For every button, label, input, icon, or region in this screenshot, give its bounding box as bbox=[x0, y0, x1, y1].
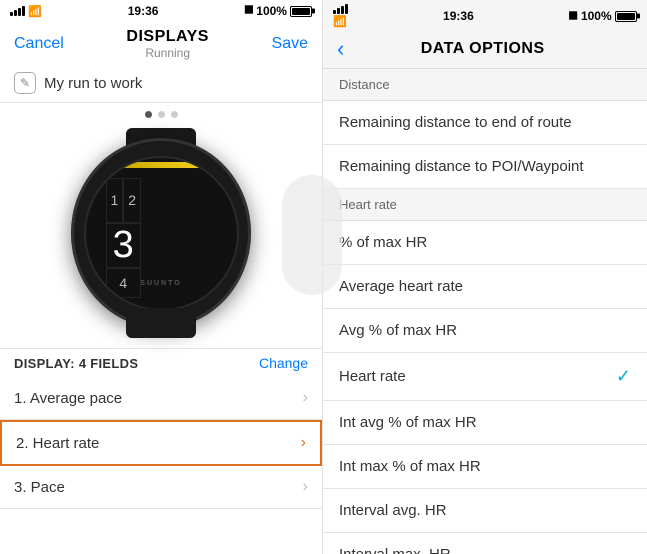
field-list: 1. Average pace › 2. Heart rate › 3. Pac… bbox=[0, 377, 322, 554]
option-int-max-pct-max-hr[interactable]: Int max % of max HR bbox=[323, 445, 647, 489]
option-interval-max-hr[interactable]: Interval max. HR bbox=[323, 533, 647, 554]
chevron-icon-1: › bbox=[303, 389, 308, 407]
strap-bottom bbox=[126, 308, 196, 338]
display-info: DISPLAY: 4 FIELDS Change bbox=[0, 348, 322, 377]
run-title: My run to work bbox=[44, 75, 142, 92]
edit-row[interactable]: ✎ My run to work bbox=[0, 64, 322, 103]
battery-icon-left bbox=[290, 6, 312, 17]
cancel-button[interactable]: Cancel bbox=[14, 35, 64, 53]
watch-container: 1 2 3 4 SUUNTO bbox=[0, 122, 322, 348]
page-title-right: DATA OPTIONS bbox=[352, 40, 633, 58]
signal-icon-right bbox=[333, 4, 348, 14]
status-right: ⯀ 100% bbox=[244, 4, 312, 18]
option-label-avg-heart-rate: Average heart rate bbox=[339, 278, 463, 295]
option-interval-avg-hr[interactable]: Interval avg. HR bbox=[323, 489, 647, 533]
status-right-right: ⯀ 100% bbox=[569, 9, 637, 24]
option-heart-rate[interactable]: Heart rate ✓ bbox=[323, 353, 647, 401]
dot-1 bbox=[145, 111, 152, 118]
option-label-avg-pct-max-hr: Avg % of max HR bbox=[339, 322, 457, 339]
checkmark-icon: ✓ bbox=[616, 366, 631, 387]
signal-icon bbox=[10, 6, 25, 16]
option-label-interval-max-hr: Interval max. HR bbox=[339, 546, 451, 554]
wifi-icon: 📶 bbox=[28, 5, 42, 18]
save-button[interactable]: Save bbox=[272, 35, 308, 53]
watch-next-hint bbox=[282, 175, 342, 295]
battery-pct-left: 100% bbox=[256, 4, 287, 18]
option-label-int-avg-pct-max-hr: Int avg % of max HR bbox=[339, 414, 477, 431]
option-label-remaining-poi: Remaining distance to POI/Waypoint bbox=[339, 158, 584, 175]
page-subtitle-left: Running bbox=[126, 46, 209, 60]
status-bar-right: 📶 19:36 ⯀ 100% bbox=[323, 0, 647, 32]
time-left: 19:36 bbox=[128, 4, 159, 18]
watch-cell-3: 3 bbox=[106, 223, 142, 268]
option-label-interval-avg-hr: Interval avg. HR bbox=[339, 502, 447, 519]
dot-2 bbox=[158, 111, 165, 118]
option-label-remaining-route: Remaining distance to end of route bbox=[339, 114, 572, 131]
field-item-2[interactable]: 2. Heart rate › bbox=[0, 420, 322, 466]
status-right-left: 📶 bbox=[333, 4, 348, 28]
nav-bar-left: Cancel DISPLAYS Running Save bbox=[0, 22, 322, 64]
chevron-icon-3: › bbox=[303, 478, 308, 496]
battery-icon-right bbox=[615, 11, 637, 22]
time-right: 19:36 bbox=[443, 9, 474, 23]
option-label-hr-header: Heart rate bbox=[339, 197, 397, 212]
watch-svg: 1 2 3 4 SUUNTO bbox=[61, 128, 261, 338]
page-title-left: DISPLAYS bbox=[126, 28, 209, 46]
field-item-3[interactable]: 3. Pace › bbox=[0, 466, 322, 509]
watch-cell-1: 1 bbox=[106, 178, 124, 223]
option-pct-max-hr[interactable]: % of max HR bbox=[323, 221, 647, 265]
option-remaining-poi[interactable]: Remaining distance to POI/Waypoint bbox=[323, 145, 647, 189]
option-avg-heart-rate[interactable]: Average heart rate bbox=[323, 265, 647, 309]
title-block: DISPLAYS Running bbox=[126, 28, 209, 60]
option-remaining-route[interactable]: Remaining distance to end of route bbox=[323, 101, 647, 145]
battery-pct-right: 100% bbox=[581, 9, 612, 23]
display-label: DISPLAY: 4 FIELDS bbox=[14, 356, 138, 371]
field-item-1[interactable]: 1. Average pace › bbox=[0, 377, 322, 420]
bluetooth-icon-right: ⯀ bbox=[569, 11, 578, 23]
option-label-heart-rate: Heart rate bbox=[339, 368, 406, 385]
watch-cell-4: 4 bbox=[106, 268, 142, 298]
back-button[interactable]: ‹ bbox=[337, 38, 344, 60]
dot-3 bbox=[171, 111, 178, 118]
option-label-int-max-pct-max-hr: Int max % of max HR bbox=[339, 458, 481, 475]
watch-cell-2: 2 bbox=[123, 178, 141, 223]
brand-label: SUUNTO bbox=[140, 280, 181, 287]
chevron-icon-2: › bbox=[301, 434, 306, 452]
edit-icon: ✎ bbox=[14, 72, 36, 94]
nav-bar-right: ‹ DATA OPTIONS bbox=[323, 32, 647, 69]
option-avg-pct-max-hr[interactable]: Avg % of max HR bbox=[323, 309, 647, 353]
left-panel: 📶 19:36 ⯀ 100% Cancel DISPLAYS Running S… bbox=[0, 0, 323, 554]
watch-body: 1 2 3 4 SUUNTO bbox=[71, 138, 251, 328]
field-label-1: 1. Average pace bbox=[14, 390, 122, 407]
change-button[interactable]: Change bbox=[259, 355, 308, 371]
option-int-avg-pct-max-hr[interactable]: Int avg % of max HR bbox=[323, 401, 647, 445]
field-label-3: 3. Pace bbox=[14, 479, 65, 496]
right-panel: 📶 19:36 ⯀ 100% ‹ DATA OPTIONS Distance R… bbox=[323, 0, 647, 554]
wifi-icon-right: 📶 bbox=[333, 16, 347, 28]
bluetooth-icon: ⯀ bbox=[244, 5, 253, 18]
options-list: Distance Remaining distance to end of ro… bbox=[323, 69, 647, 554]
option-distance-header: Distance bbox=[323, 69, 647, 101]
option-heart-rate-header: Heart rate bbox=[323, 189, 647, 221]
status-left: 📶 bbox=[10, 5, 42, 18]
option-label-pct-max-hr: % of max HR bbox=[339, 234, 427, 251]
status-bar-left: 📶 19:36 ⯀ 100% bbox=[0, 0, 322, 22]
field-label-2: 2. Heart rate bbox=[16, 435, 99, 452]
watch-face: 1 2 3 4 SUUNTO bbox=[84, 156, 239, 311]
watch-grid: 1 2 3 4 bbox=[86, 158, 162, 311]
option-label-distance: Distance bbox=[339, 77, 390, 92]
carousel-dots bbox=[0, 103, 322, 122]
